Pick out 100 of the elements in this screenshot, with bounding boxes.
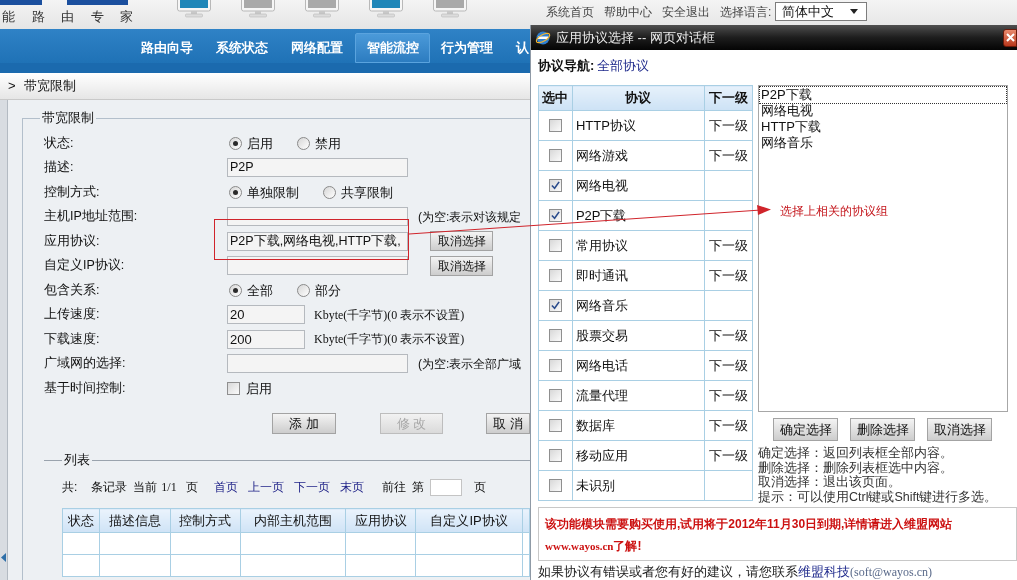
checkbox[interactable] — [548, 179, 562, 192]
pager-text: 1/1 — [161, 479, 177, 496]
column-header: 控制方式 — [170, 508, 241, 533]
unit-note: Kbyte(千字节)(0 表示不设置) — [314, 306, 465, 324]
list-item[interactable]: HTTP下载 — [760, 119, 1006, 135]
protocol-name: P2P下载 — [575, 207, 627, 223]
radio-button[interactable] — [297, 283, 310, 297]
list-item[interactable]: 网络音乐 — [760, 135, 1006, 151]
checkbox[interactable] — [548, 149, 562, 162]
radio-button[interactable] — [229, 283, 242, 297]
checkbox[interactable] — [548, 299, 562, 312]
protocol-name: 流量代理 — [575, 387, 628, 403]
clear-selection-button[interactable]: 取消选择 — [430, 255, 493, 276]
pager-link[interactable]: 上一页 — [247, 478, 284, 496]
text-field[interactable] — [227, 256, 408, 276]
section-legend: 列表 — [62, 450, 92, 470]
dialog-button[interactable]: 取消选择 — [927, 418, 992, 441]
nav-tab[interactable]: 系统状态 — [205, 33, 280, 63]
radio-button[interactable] — [229, 185, 242, 199]
language-select[interactable]: 简体中文 — [775, 2, 868, 21]
protocol-name: 数据库 — [575, 417, 615, 433]
text-field[interactable]: P2P下载,网络电视,HTTP下载, — [227, 231, 408, 251]
text-field[interactable] — [227, 354, 408, 374]
pager-text: 当前 — [133, 479, 158, 496]
checkbox[interactable] — [548, 479, 562, 492]
unit-note: Kbyte(千字节)(0 表示不设置) — [314, 331, 465, 349]
close-button[interactable] — [1003, 28, 1017, 47]
checkbox[interactable] — [548, 239, 562, 252]
clear-selection-button[interactable]: 取消选择 — [430, 231, 493, 252]
annotation-text: 选择上相关的协议组 — [780, 203, 888, 220]
field-label: 主机IP地址范围: — [44, 208, 139, 226]
field-label: 基于时间控制: — [44, 379, 127, 397]
checkbox[interactable] — [548, 449, 562, 462]
column-header — [522, 508, 530, 533]
checkbox[interactable] — [548, 359, 562, 372]
pager-link[interactable]: 下一页 — [293, 478, 330, 496]
checkbox[interactable] — [227, 381, 240, 395]
logo-tagline: 能 路 由 专 家 — [2, 9, 135, 25]
nav-tab[interactable]: 行为管理 — [430, 33, 505, 63]
pager-text: 页 — [185, 479, 198, 496]
form-action-button[interactable]: 取 消 — [486, 413, 530, 434]
protocol-name: HTTP协议 — [575, 117, 636, 133]
protocol-name: 常用协议 — [575, 237, 628, 253]
dialog-button[interactable]: 确定选择 — [773, 418, 838, 441]
nav-tab[interactable]: 认 — [505, 33, 530, 63]
close-icon — [1006, 33, 1015, 42]
nav-tab[interactable]: 智能流控 — [355, 33, 430, 63]
page-number-field[interactable] — [429, 478, 462, 496]
protocol-name: 网络电话 — [575, 357, 628, 373]
header-link[interactable]: 安全退出 — [662, 2, 710, 21]
nav-tab[interactable]: 路由向导 — [130, 33, 205, 63]
field-label: 广域网的选择: — [44, 355, 127, 373]
pager-link[interactable]: 首页 — [213, 478, 238, 496]
help-text: 确定选择：返回列表框全部内容。 — [758, 446, 954, 461]
section-legend: 带宽限制 — [40, 108, 96, 128]
help-text: 取消选择：退出该页面。 — [758, 475, 902, 490]
protocol-name: 股票交易 — [575, 327, 628, 343]
protocol-name: 移动应用 — [575, 447, 628, 463]
checkbox[interactable] — [548, 329, 562, 342]
list-item[interactable]: 网络电视 — [760, 103, 1006, 119]
radio-label: 启用 — [247, 134, 273, 153]
radio-button[interactable] — [297, 136, 310, 150]
checkbox-label: 启用 — [246, 379, 272, 398]
column-header: 下一级 — [704, 85, 753, 111]
checkbox[interactable] — [548, 389, 562, 402]
list-item[interactable]: P2P下载 — [760, 87, 1006, 103]
checkbox[interactable] — [548, 419, 562, 432]
field-label: 自定义IP协议: — [44, 257, 126, 275]
protocol-name: 即时通讯 — [575, 267, 628, 283]
protocol-name: 未识别 — [575, 477, 615, 493]
radio-button[interactable] — [229, 136, 242, 150]
side-panel-handle[interactable] — [0, 100, 8, 580]
language-label: 选择语言: — [720, 3, 772, 21]
field-label: 控制方式: — [44, 183, 101, 201]
radio-button[interactable] — [323, 185, 336, 199]
nav-tab[interactable]: 网络配置 — [280, 33, 355, 63]
company-link[interactable]: 维盟科技 — [798, 564, 850, 579]
checkbox[interactable] — [548, 209, 562, 222]
pager-text: 页 — [473, 479, 486, 496]
form-action-button[interactable]: 添 加 — [272, 413, 336, 434]
pager-link[interactable]: 末页 — [339, 478, 364, 496]
field-label: 状态: — [44, 134, 75, 152]
nav-label: 协议导航: — [538, 57, 595, 76]
trial-expiry-notice: 该功能模块需要购买使用,试用将于2012年11月30日到期,详情请进入维盟网站 www.wayos.cn了解! — [545, 516, 954, 556]
column-header: 内部主机范围 — [240, 508, 346, 533]
checkbox[interactable] — [548, 269, 562, 282]
speed-field[interactable]: 200 — [227, 329, 305, 349]
speed-field[interactable]: 20 — [227, 305, 305, 325]
column-header: 选中 — [538, 85, 573, 111]
all-protocols-link[interactable]: 全部协议 — [597, 56, 650, 76]
field-label: 描述: — [44, 159, 75, 177]
header-link[interactable]: 系统首页 — [546, 2, 594, 21]
pager-text: 条记录 — [91, 479, 128, 496]
window-icon — [535, 29, 551, 46]
header-link[interactable]: 帮助中心 — [604, 2, 652, 21]
text-field[interactable]: P2P — [227, 158, 408, 178]
dialog-button[interactable]: 删除选择 — [850, 418, 915, 441]
checkbox[interactable] — [548, 119, 562, 132]
column-header: 描述信息 — [99, 508, 171, 533]
pager-text: 共: — [62, 479, 78, 496]
